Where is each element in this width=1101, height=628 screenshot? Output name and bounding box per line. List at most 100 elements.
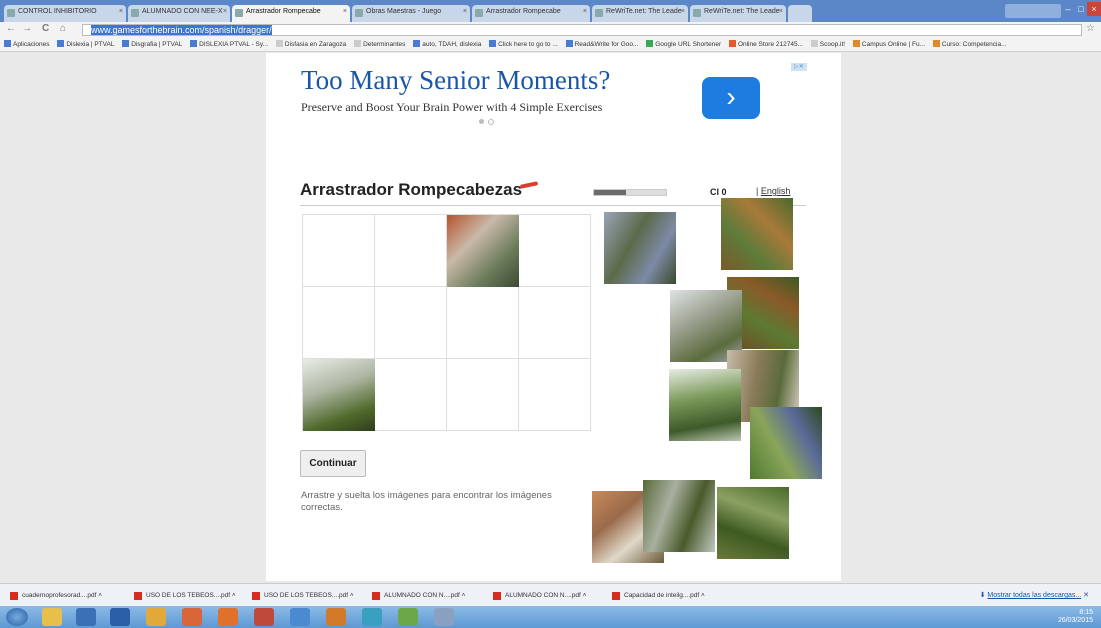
bookmark-icon xyxy=(852,40,860,47)
browser-tab-strip: CONTROL INHIBITORIO × ALUMNADO CON NEE-X ×… xyxy=(0,0,1101,22)
forward-icon[interactable]: → xyxy=(22,23,32,34)
chrome-icon[interactable] xyxy=(146,608,166,626)
bookmark-item[interactable]: Scoop.it! xyxy=(810,38,845,51)
browser-tab[interactable]: ALUMNADO CON NEE-X × xyxy=(128,5,230,22)
bookmark-item[interactable]: Read&Write for Goo... xyxy=(565,38,638,51)
tab-label: CONTROL INHIBITORIO xyxy=(18,8,97,15)
close-tab-icon[interactable]: × xyxy=(223,8,227,15)
ad-banner[interactable]: Too Many Senior Moments? Preserve and Bo… xyxy=(266,53,841,183)
page-icon xyxy=(810,40,818,47)
app-icon[interactable] xyxy=(326,608,346,626)
start-button-icon[interactable] xyxy=(6,608,28,626)
grid-cell[interactable] xyxy=(519,359,591,431)
bookmark-item[interactable]: Click here to go to ... xyxy=(489,38,558,51)
english-link[interactable]: English xyxy=(761,186,791,196)
close-window-icon[interactable]: × xyxy=(1087,2,1101,16)
system-clock[interactable]: 8:15 26/03/2015 xyxy=(1058,609,1093,625)
browser-tab[interactable]: ReWriTe.net: The Leade × xyxy=(592,5,688,22)
word-icon[interactable] xyxy=(110,608,130,626)
address-bar[interactable]: www.gamesforthebrain.com/spanish/dragger… xyxy=(82,24,1082,36)
grid-cell[interactable] xyxy=(375,359,447,431)
app-icon[interactable] xyxy=(434,608,454,626)
bookmarks-bar: Aplicaciones Dislexia | PTVAL Disgrafia … xyxy=(0,38,1101,52)
puzzle-piece[interactable] xyxy=(643,480,715,552)
language-switch: | English xyxy=(756,186,790,196)
show-all-downloads-link[interactable]: ⬇ Mostrar todas las descargas... ✕ xyxy=(980,589,1089,602)
grid-cell[interactable] xyxy=(447,359,519,431)
close-tab-icon[interactable]: × xyxy=(343,8,347,15)
pdf-icon xyxy=(252,592,260,600)
grid-cell[interactable] xyxy=(375,215,447,287)
bookmark-item[interactable]: DISLEXIA PTVAL - Sy... xyxy=(190,38,268,51)
bookmark-item[interactable]: Dislexia | PTVAL xyxy=(57,38,114,51)
browser-tab[interactable]: Arrastrador Rompecabe × xyxy=(472,5,590,22)
grid-cell[interactable] xyxy=(447,287,519,359)
grid-cell[interactable] xyxy=(375,287,447,359)
ad-title[interactable]: Too Many Senior Moments? xyxy=(301,65,610,96)
download-item[interactable]: cuadernoprofesorad....pdf ˄ xyxy=(10,589,102,602)
download-item[interactable]: ALUMNADO CON N....pdf ˄ xyxy=(493,589,586,602)
browser-tab-active[interactable]: Arrastrador Rompecabe × xyxy=(232,5,350,22)
progress-fill xyxy=(594,190,627,195)
carousel-dot[interactable] xyxy=(488,119,494,125)
back-icon[interactable]: ← xyxy=(6,23,16,34)
puzzle-piece[interactable] xyxy=(721,198,793,270)
ad-choices-icon[interactable]: ▷✕ xyxy=(791,63,807,71)
browser-tab[interactable]: ReWriTe.net: The Leade × xyxy=(690,5,786,22)
download-item[interactable]: ALUMNADO CON N....pdf ˄ xyxy=(372,589,465,602)
download-item[interactable]: Capacidad de inteilg....pdf ˄ xyxy=(612,589,705,602)
app-icon[interactable] xyxy=(362,608,382,626)
browser-tab[interactable]: Obras Maestras - Juego × xyxy=(352,5,470,22)
minimize-icon[interactable]: – xyxy=(1061,2,1075,16)
bookmark-item[interactable]: Online Store 212745... xyxy=(728,38,803,51)
firefox-icon[interactable] xyxy=(218,608,238,626)
app-icon[interactable] xyxy=(254,608,274,626)
pdf-icon xyxy=(10,592,18,600)
download-item[interactable]: USO DE LOS TEBEOS....pdf ˄ xyxy=(134,589,236,602)
home-icon[interactable]: ⌂ xyxy=(60,23,66,34)
tab-label: Arrastrador Rompecabe xyxy=(486,8,561,15)
app-icon[interactable] xyxy=(290,608,310,626)
bookmark-item[interactable]: Determinantes xyxy=(354,38,405,51)
bookmark-item[interactable]: Google URL Shortener xyxy=(646,38,721,51)
bookmark-icon xyxy=(728,40,736,47)
powerpoint-icon[interactable] xyxy=(182,608,202,626)
puzzle-piece[interactable] xyxy=(717,487,789,559)
app-icon[interactable] xyxy=(398,608,418,626)
grid-cell[interactable] xyxy=(519,287,591,359)
maximize-icon[interactable]: □ xyxy=(1074,2,1088,16)
close-tab-icon[interactable]: × xyxy=(583,8,587,15)
puzzle-piece[interactable] xyxy=(604,212,676,284)
grid-cell[interactable] xyxy=(303,215,375,287)
bookmark-icon xyxy=(932,40,940,47)
favicon-icon xyxy=(693,9,701,17)
close-tab-icon[interactable]: × xyxy=(119,8,123,15)
grid-cell[interactable] xyxy=(303,287,375,359)
bookmark-item[interactable]: Disfasia en Zaragoza xyxy=(275,38,346,51)
carousel-dot[interactable] xyxy=(479,119,484,124)
file-explorer-icon[interactable] xyxy=(42,608,62,626)
media-player-icon[interactable] xyxy=(76,608,96,626)
bookmark-item[interactable]: Aplicaciones xyxy=(4,38,50,51)
close-tab-icon[interactable]: × xyxy=(779,8,783,15)
bookmark-star-icon[interactable]: ☆ xyxy=(1086,23,1095,34)
grid-cell[interactable] xyxy=(519,215,591,287)
puzzle-piece[interactable] xyxy=(750,407,822,479)
browser-tab[interactable]: CONTROL INHIBITORIO × xyxy=(4,5,126,22)
bookmark-item[interactable]: auto, TDAH, dislexia xyxy=(413,38,481,51)
reload-icon[interactable]: C xyxy=(42,23,49,34)
puzzle-piece-placed[interactable] xyxy=(447,215,519,287)
apps-icon xyxy=(4,40,11,47)
bookmark-item[interactable]: Campus Online | Fu... xyxy=(852,38,925,51)
close-tab-icon[interactable]: × xyxy=(681,8,685,15)
profile-badge[interactable] xyxy=(1005,4,1061,18)
puzzle-piece-placed[interactable] xyxy=(303,359,375,431)
puzzle-piece[interactable] xyxy=(669,369,741,441)
bookmark-item[interactable]: Curso: Competencia... xyxy=(932,38,1007,51)
continue-button[interactable]: Continuar xyxy=(300,450,366,477)
close-tab-icon[interactable]: × xyxy=(463,8,467,15)
bookmark-item[interactable]: Disgrafia | PTVAL xyxy=(122,38,182,51)
new-tab-button[interactable] xyxy=(788,5,812,22)
ad-arrow-button[interactable]: › xyxy=(702,77,760,119)
download-item[interactable]: USO DE LOS TEBEOS....pdf ˄ xyxy=(252,589,354,602)
